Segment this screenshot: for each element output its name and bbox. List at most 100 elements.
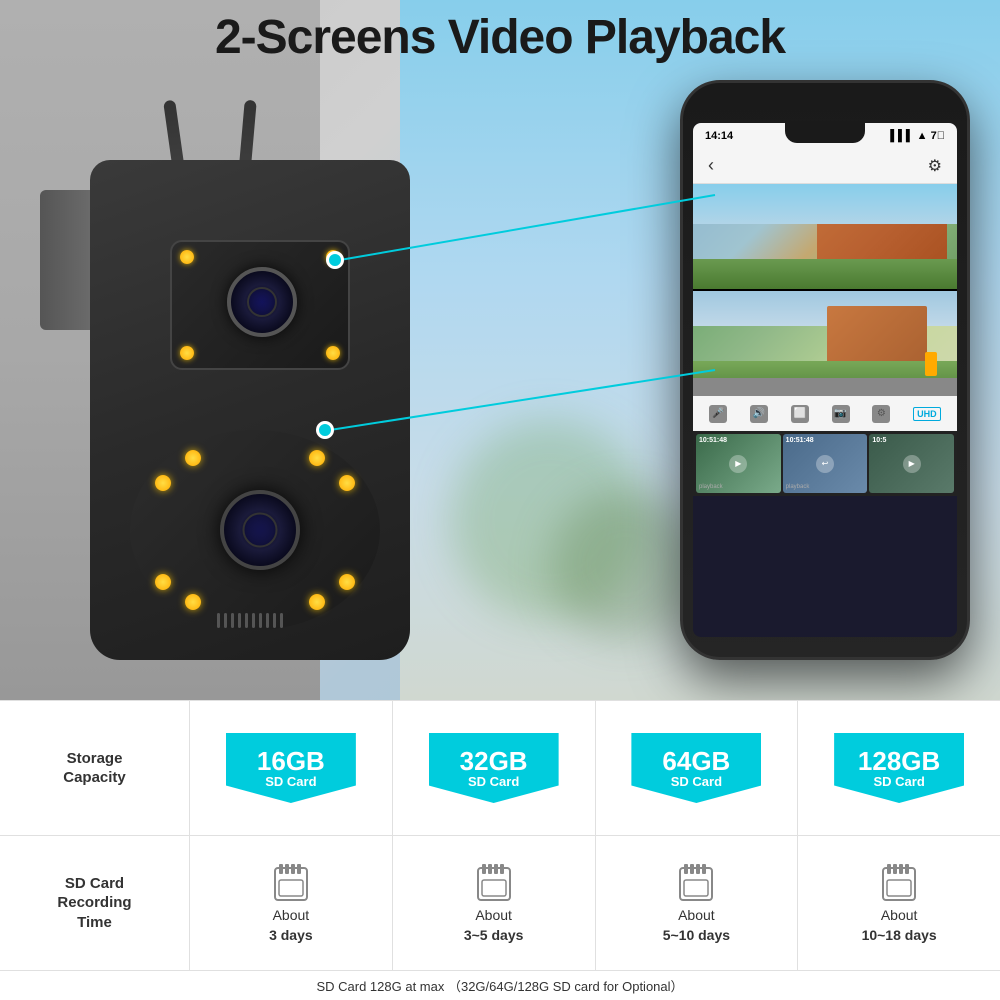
thumb-label-1: playback — [699, 484, 723, 490]
footer-note: SD Card 128G at max （32G/64G/128G SD car… — [0, 970, 1000, 1000]
storage-type-64gb: SD Card — [671, 774, 722, 789]
settings-ctrl-icon[interactable]: ⚙ — [872, 405, 890, 423]
phone-notch — [785, 121, 865, 143]
upper-lens — [227, 267, 297, 337]
recording-time-row: SD CardRecordingTime About 3 d — [0, 836, 1000, 970]
storage-type-16gb: SD Card — [265, 774, 316, 789]
phone-controls-bar: 🎤 🔊 ⬜ 📷 ⚙ UHD — [693, 396, 957, 431]
lower-light-2 — [185, 450, 201, 466]
snapshot-icon[interactable]: 📷 — [832, 405, 850, 423]
camera-feed-2 — [693, 291, 957, 396]
rec-time-4: About 10~18 days — [862, 906, 937, 945]
phone-time: 14:14 — [705, 130, 733, 142]
lower-light-7 — [309, 594, 325, 610]
rec-about-2: About — [475, 907, 512, 923]
rec-days-2: 3~5 days — [464, 927, 524, 943]
lower-light-3 — [309, 450, 325, 466]
phone-container: 14:14 ▌▌▌ ▲ 7⃣ ‹ ⚙ — [680, 80, 970, 660]
lower-light-6 — [185, 594, 201, 610]
sky-1 — [693, 184, 957, 224]
speaker-icon[interactable]: 🔊 — [750, 405, 768, 423]
storage-capacity-row: StorageCapacity 16GB SD Card 32GB SD Car… — [0, 701, 1000, 836]
thumb-label-2: playback — [786, 484, 810, 490]
sd-card-icon-1 — [271, 860, 311, 904]
recording-cell-1018days: About 10~18 days — [798, 836, 1000, 970]
storage-cell-128gb: 128GB SD Card — [798, 701, 1000, 835]
storage-data-cells: 16GB SD Card 32GB SD Card 64GB SD Card — [190, 701, 1000, 835]
lower-light-5 — [155, 574, 171, 590]
rec-time-2: About 3~5 days — [464, 906, 524, 945]
camera-body — [90, 160, 410, 660]
footer-note-text: SD Card 128G at max （32G/64G/128G SD car… — [316, 976, 683, 995]
storage-table: StorageCapacity 16GB SD Card 32GB SD Car… — [0, 701, 1000, 970]
storage-badge-32gb: 32GB SD Card — [429, 733, 559, 803]
recording-cell-510days: About 5~10 days — [596, 836, 799, 970]
rec-about-4: About — [881, 907, 918, 923]
specs-section: StorageCapacity 16GB SD Card 32GB SD Car… — [0, 700, 1000, 1000]
phone-settings-icon[interactable]: ⚙ — [928, 156, 942, 176]
hero-section: 2-Screens Video Playback — [0, 0, 1000, 700]
uhd-badge: UHD — [913, 407, 941, 421]
storage-cell-64gb: 64GB SD Card — [596, 701, 799, 835]
rec-days-3: 5~10 days — [663, 927, 730, 943]
lower-lens — [220, 490, 300, 570]
phone-signal: ▌▌▌ ▲ 7⃣ — [890, 130, 945, 142]
thumbnail-strip: 10:51:48 ▶ playback 10:51:48 ↩ playback … — [693, 431, 957, 496]
storage-capacity-label: StorageCapacity — [0, 701, 190, 835]
rec-about-3: About — [678, 907, 715, 923]
storage-cell-16gb: 16GB SD Card — [190, 701, 393, 835]
lower-ptz-module — [130, 430, 380, 630]
mic-icon[interactable]: 🎤 — [709, 405, 727, 423]
sd-card-icon-4 — [879, 860, 919, 904]
storage-badge-64gb: 64GB SD Card — [631, 733, 761, 803]
rec-days-1: 3 days — [269, 927, 313, 943]
record-icon[interactable]: ⬜ — [791, 405, 809, 423]
lower-light-8 — [339, 574, 355, 590]
upper-light-4 — [326, 346, 340, 360]
speaker-grille — [170, 610, 330, 630]
rec-about-1: About — [273, 907, 310, 923]
thumb-time-2: 10:51:48 — [786, 437, 814, 444]
lower-light-1 — [155, 475, 171, 491]
lower-light-4 — [339, 475, 355, 491]
upper-dot-indicator — [326, 251, 344, 269]
thumbnail-3[interactable]: 10:5 ▶ — [869, 434, 954, 493]
rec-time-3: About 5~10 days — [663, 906, 730, 945]
phone-body: 14:14 ▌▌▌ ▲ 7⃣ ‹ ⚙ — [680, 80, 970, 660]
recording-cell-35days: About 3~5 days — [393, 836, 596, 970]
phone-screen: 14:14 ▌▌▌ ▲ 7⃣ ‹ ⚙ — [693, 123, 957, 637]
storage-type-128gb: SD Card — [873, 774, 924, 789]
thumb-time-3: 10:5 — [872, 437, 886, 444]
upper-light-1 — [180, 250, 194, 264]
thumb-play-btn-2[interactable]: ↩ — [816, 455, 834, 473]
thumbnail-1[interactable]: 10:51:48 ▶ playback — [696, 434, 781, 493]
lower-dot-indicator — [316, 421, 334, 439]
camera-feed-1 — [693, 184, 957, 289]
storage-size-16gb: 16GB — [257, 748, 325, 774]
phone-nav-bar: ‹ ⚙ — [693, 148, 957, 184]
phone-back-button[interactable]: ‹ — [708, 155, 714, 176]
recording-time-label: SD CardRecordingTime — [0, 836, 190, 970]
sd-card-icon-3 — [676, 860, 716, 904]
storage-badge-128gb: 128GB SD Card — [834, 733, 964, 803]
thumb-play-btn-3[interactable]: ▶ — [903, 455, 921, 473]
storage-cell-32gb: 32GB SD Card — [393, 701, 596, 835]
camera-image — [30, 100, 450, 660]
page-title: 2-Screens Video Playback — [0, 10, 1000, 65]
storage-label-text: StorageCapacity — [63, 749, 126, 788]
storage-size-32gb: 32GB — [460, 748, 528, 774]
grass-1 — [693, 259, 957, 289]
person-detection — [925, 352, 937, 376]
rec-days-4: 10~18 days — [862, 927, 937, 943]
storage-size-128gb: 128GB — [858, 748, 940, 774]
storage-type-32gb: SD Card — [468, 774, 519, 789]
recording-data-cells: About 3 days About 3~5 — [190, 836, 1000, 970]
rec-time-1: About 3 days — [269, 906, 313, 945]
thumb-time-1: 10:51:48 — [699, 437, 727, 444]
recording-cell-3days: About 3 days — [190, 836, 393, 970]
thumb-play-btn-1[interactable]: ▶ — [729, 455, 747, 473]
thumbnail-2[interactable]: 10:51:48 ↩ playback — [783, 434, 868, 493]
recording-label-text: SD CardRecordingTime — [57, 874, 131, 933]
blur-foliage — [550, 490, 700, 640]
storage-badge-16gb: 16GB SD Card — [226, 733, 356, 803]
